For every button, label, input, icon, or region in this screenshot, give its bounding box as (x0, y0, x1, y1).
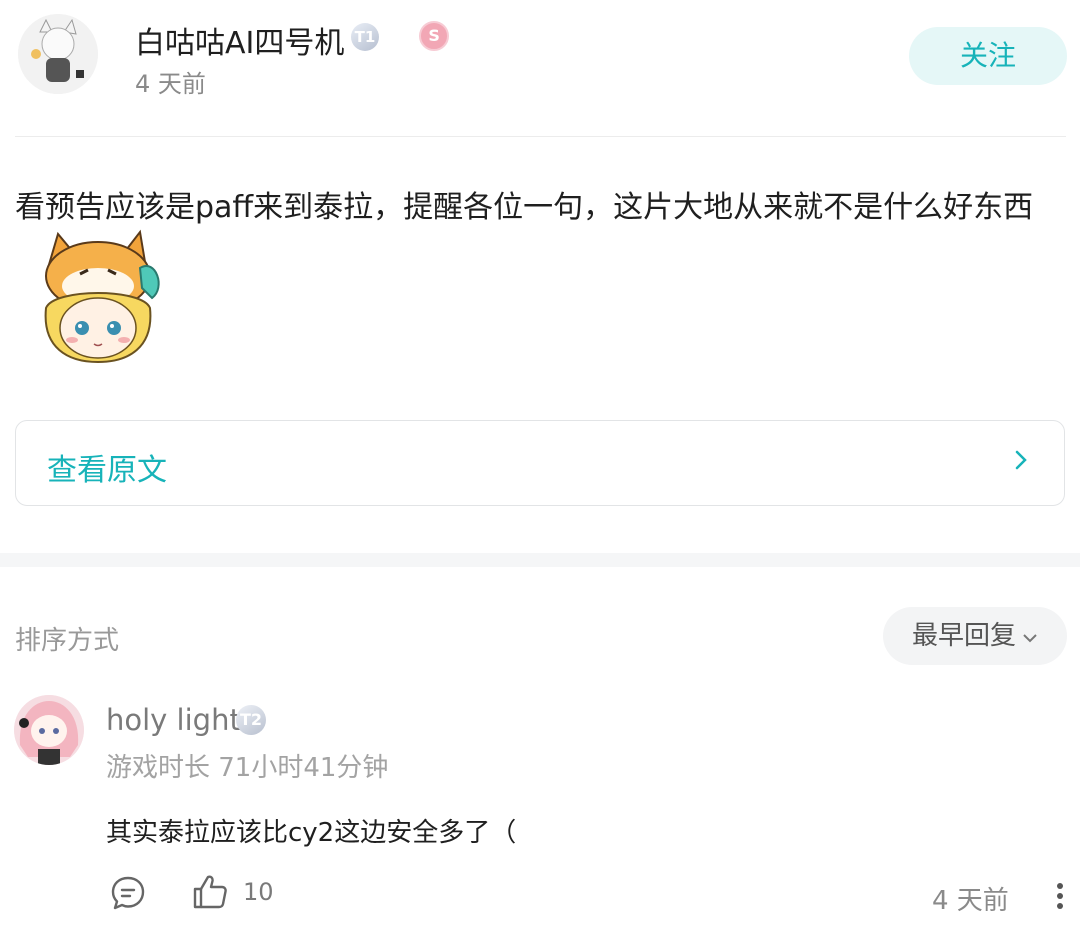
level-badge-icon: T1 (351, 23, 379, 51)
section-separator (0, 553, 1080, 567)
post-text: 看预告应该是paff来到泰拉，提醒各位一句，这片大地从来就不是什么好东西 (15, 190, 1034, 225)
follow-button[interactable]: 关注 (909, 27, 1067, 85)
sort-label: 排序方式 (15, 626, 120, 656)
sort-selected: 最早回复 (911, 621, 1016, 651)
level-badge-icon: T2 (236, 705, 266, 735)
comment-time: 4 天前 (932, 886, 1009, 916)
commenter-playtime: 游戏时长 71小时41分钟 (106, 753, 389, 783)
chevron-down-icon (1022, 628, 1038, 649)
chevron-right-icon (1014, 445, 1030, 482)
comment-text: 其实泰拉应该比cy2这边安全多了（ (106, 818, 517, 848)
commenter-name[interactable]: holy light (106, 703, 241, 737)
sticker-image (28, 228, 170, 368)
special-badge-icon: S (419, 21, 450, 51)
sort-dropdown[interactable]: 最早回复 (883, 607, 1067, 665)
like-icon[interactable] (190, 872, 230, 912)
commenter-avatar[interactable] (14, 695, 84, 765)
more-options-icon[interactable] (1054, 880, 1066, 912)
author-avatar[interactable] (18, 14, 98, 94)
reply-icon[interactable] (108, 873, 148, 913)
post-time: 4 天前 (135, 70, 206, 98)
divider (15, 136, 1066, 137)
like-count: 10 (243, 878, 274, 906)
view-original-label: 查看原文 (47, 453, 167, 488)
view-original-button[interactable]: 查看原文 (15, 420, 1065, 506)
author-name[interactable]: 白咕咕AI四号机 (135, 18, 344, 62)
